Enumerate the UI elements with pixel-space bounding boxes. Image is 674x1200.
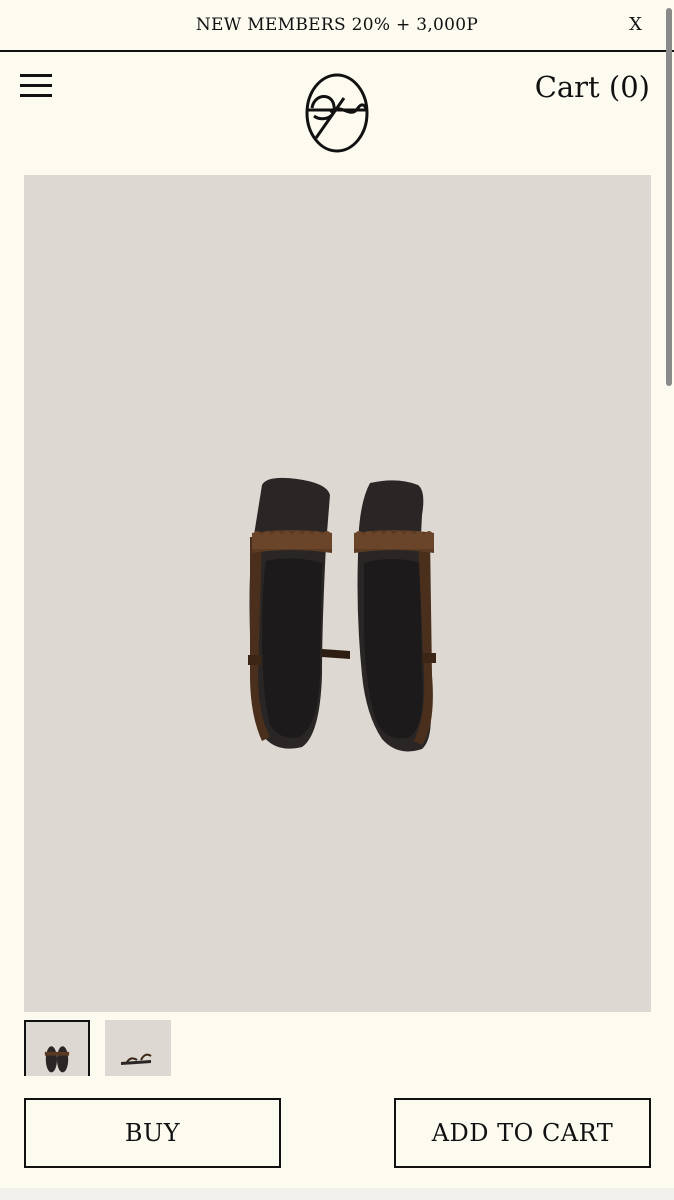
thumbnail-2[interactable] — [105, 1020, 171, 1076]
cart-link[interactable]: Cart (0) — [535, 70, 650, 104]
site-header: Cart (0) — [0, 52, 674, 164]
sandals-product-photo-icon — [248, 477, 436, 752]
add-to-cart-button[interactable]: ADD TO CART — [394, 1098, 651, 1168]
sandal-side-view-thumbnail-icon — [121, 1053, 152, 1065]
promo-banner: NEW MEMBERS 20% + 3,000P X — [0, 0, 674, 52]
promo-close-button[interactable]: X — [629, 14, 642, 35]
brand-logo-icon[interactable] — [304, 72, 370, 154]
product-actions: BUY ADD TO CART — [0, 1098, 674, 1170]
promo-text: NEW MEMBERS 20% + 3,000P — [195, 15, 479, 35]
sandals-top-view-thumbnail-icon — [44, 1046, 70, 1073]
buy-button[interactable]: BUY — [24, 1098, 281, 1168]
left-sandal-icon — [248, 477, 350, 749]
thumbnail-1[interactable] — [24, 1020, 90, 1076]
right-sandal-icon — [354, 480, 436, 752]
product-page: NEW MEMBERS 20% + 3,000P X Cart (0) BUY … — [0, 0, 674, 1200]
thumbnail-strip — [24, 1020, 324, 1076]
hamburger-menu-icon[interactable] — [20, 74, 52, 98]
product-image[interactable] — [24, 175, 651, 1012]
bottom-safe-area — [0, 1188, 674, 1200]
